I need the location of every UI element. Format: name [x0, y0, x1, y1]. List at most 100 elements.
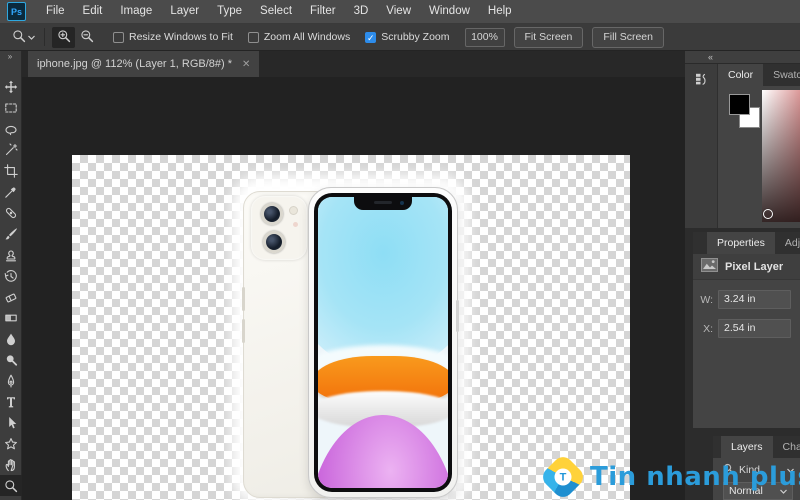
checkbox-zoom-all-windows[interactable]: Zoom All Windows	[247, 31, 351, 43]
zoom-tool[interactable]	[0, 475, 22, 496]
menu-items: File Edit Image Layer Type Select Filter 3D View…	[37, 0, 521, 24]
tab-swatches[interactable]: Swatches	[763, 64, 800, 86]
history-brush-tool[interactable]	[0, 265, 22, 286]
photoshop-logo-icon: Ps	[7, 2, 26, 21]
document-tab[interactable]: iphone.jpg @ 112% (Layer 1, RGB/8#) * ✕	[28, 51, 260, 77]
healing-brush-tool[interactable]	[0, 202, 22, 223]
watermark-text: Tin nhanh plus	[590, 462, 800, 492]
tab-properties[interactable]: Properties	[707, 232, 775, 254]
divider	[44, 28, 45, 46]
eraser-tool[interactable]	[0, 286, 22, 307]
collapse-panels-button[interactable]: «	[685, 51, 800, 64]
magic-wand-tool[interactable]	[0, 139, 22, 160]
watermark: T Tin nhanh plus	[538, 452, 800, 500]
menu-item-edit[interactable]: Edit	[74, 0, 112, 24]
zoom-level-field[interactable]: 100%	[464, 27, 505, 47]
menu-item-window[interactable]: Window	[420, 0, 479, 24]
checkbox-checked-icon: ✓	[365, 31, 377, 43]
speaker-slit	[374, 201, 392, 204]
menu-item-image[interactable]: Image	[111, 0, 161, 24]
blur-tool[interactable]	[0, 328, 22, 349]
option-checkboxes: Resize Windows to Fit Zoom All Windows ✓ Sc…	[98, 31, 450, 43]
properties-panel-body: Pixel Layer W: 3.24 in X: 2.54 in	[693, 254, 800, 428]
checkbox-label: Zoom All Windows	[263, 31, 351, 43]
zoom-tool-icon	[12, 29, 26, 46]
panel-dock: « ColorSwatches PropertiesAdjustments Pi…	[685, 51, 800, 500]
tab-adjustments[interactable]: Adjustments	[775, 232, 800, 254]
volume-button	[242, 287, 245, 311]
transform-fields: W: 3.24 in X: 2.54 in	[693, 290, 800, 338]
front-camera-dot	[400, 201, 404, 205]
color-panel-body	[718, 86, 800, 228]
document-area	[22, 77, 685, 500]
power-button	[456, 300, 459, 332]
fit-screen-button[interactable]: Fit Screen	[513, 26, 584, 48]
close-icon[interactable]: ✕	[242, 59, 250, 70]
iphone-notch	[354, 197, 412, 210]
color-picker-cursor	[763, 209, 773, 219]
crop-tool[interactable]	[0, 160, 22, 181]
lasso-tool[interactable]	[0, 118, 22, 139]
field-input-x[interactable]: 2.54 in	[718, 319, 791, 338]
tool-preset-picker[interactable]	[12, 29, 35, 46]
path-select-tool[interactable]	[0, 412, 22, 433]
properties-panel-tabs: PropertiesAdjustments	[693, 232, 800, 254]
camera-sensor	[293, 222, 298, 227]
menu-item-view[interactable]: View	[377, 0, 420, 24]
document-tab-title: iphone.jpg @ 112% (Layer 1, RGB/8#) *	[37, 58, 233, 70]
wallpaper-purple-blob	[318, 415, 448, 488]
collapse-tools-button[interactable]: »	[0, 51, 21, 64]
move-tool[interactable]	[0, 76, 22, 97]
foreground-color-swatch[interactable]	[729, 94, 750, 115]
photoshop-window: Ps File Edit Image Layer Type Select Filter 3D V…	[0, 0, 800, 500]
collapsed-panel-strip	[685, 64, 718, 228]
saturation-brightness-field[interactable]	[762, 90, 800, 222]
shape-tool[interactable]	[0, 433, 22, 454]
menu-item-help[interactable]: Help	[479, 0, 521, 24]
zoom-in-icon	[57, 29, 71, 46]
iphone-wallpaper	[318, 197, 448, 488]
checkbox-unchecked-icon	[113, 31, 124, 43]
canvas[interactable]	[72, 155, 630, 500]
pixel-layer-thumbnail-icon	[701, 258, 718, 275]
hand-tool[interactable]	[0, 454, 22, 475]
menu-item-3d[interactable]: 3D	[345, 0, 378, 24]
volume-button	[242, 319, 245, 343]
checkbox-scrubby-zoom[interactable]: ✓ Scrubby Zoom	[365, 31, 450, 43]
document-tab-bar: iphone.jpg @ 112% (Layer 1, RGB/8#) * ✕	[22, 51, 685, 77]
menu-item-layer[interactable]: Layer	[161, 0, 208, 24]
pen-tool[interactable]	[0, 370, 22, 391]
gradient-tool[interactable]	[0, 307, 22, 328]
camera-lens	[261, 203, 283, 225]
iphone-screen	[314, 193, 452, 492]
zoom-out-button[interactable]	[75, 27, 98, 48]
menu-item-file[interactable]: File	[37, 0, 74, 24]
checkbox-resize-windows-to-fit[interactable]: Resize Windows to Fit	[113, 31, 233, 43]
tab-color[interactable]: Color	[718, 64, 764, 86]
camera-lens	[263, 231, 285, 253]
tools-panel: »	[0, 51, 22, 500]
eyedropper-tool[interactable]	[0, 181, 22, 202]
field-input-w[interactable]: 3.24 in	[718, 290, 791, 309]
layer-type-label: Pixel Layer	[725, 260, 784, 273]
option-buttons: Fit Screen Fill Screen	[505, 26, 664, 48]
camera-module	[251, 196, 307, 260]
menu-item-select[interactable]: Select	[251, 0, 301, 24]
field-label-x: X:	[703, 322, 713, 335]
zoom-in-button[interactable]	[52, 26, 75, 48]
clone-stamp-tool[interactable]	[0, 244, 22, 265]
field-label-w: W:	[700, 293, 713, 306]
camera-flash	[289, 206, 298, 215]
menu-item-filter[interactable]: Filter	[301, 0, 345, 24]
dodge-tool[interactable]	[0, 349, 22, 370]
zoom-out-icon	[80, 29, 94, 46]
collapsed-panel-icon[interactable]	[693, 71, 709, 87]
marquee-tool[interactable]	[0, 97, 22, 118]
fill-screen-button[interactable]: Fill Screen	[592, 26, 664, 48]
brush-tool[interactable]	[0, 223, 22, 244]
color-panel-group: ColorSwatches	[718, 64, 800, 228]
type-tool[interactable]	[0, 391, 22, 412]
watermark-logo-icon: T	[538, 452, 588, 500]
menu-item-type[interactable]: Type	[208, 0, 251, 24]
properties-panel-group: PropertiesAdjustments Pixel Layer W: 3.24…	[693, 232, 800, 428]
